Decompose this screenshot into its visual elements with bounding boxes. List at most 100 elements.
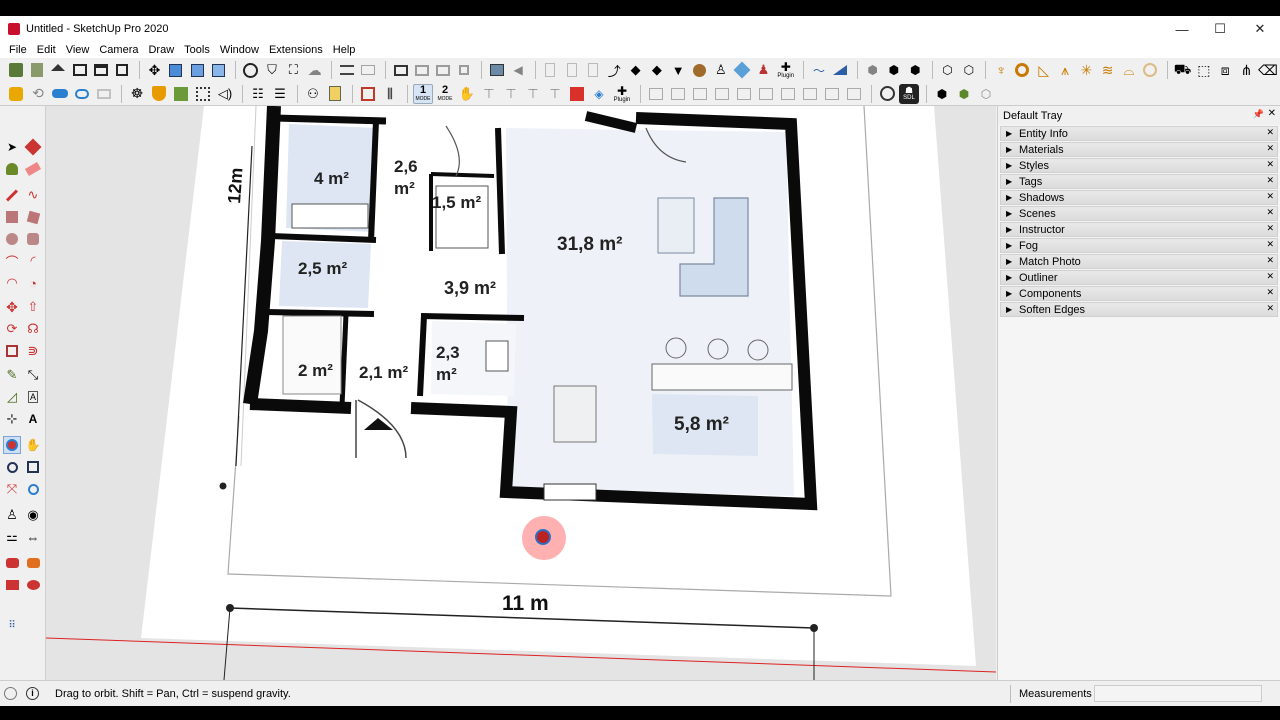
follow-me-button[interactable]: ☸: [127, 84, 147, 104]
download-button[interactable]: [567, 84, 587, 104]
person-button[interactable]: ♟: [754, 60, 773, 80]
ext-row2-5-button[interactable]: [734, 84, 754, 104]
dimension-tool[interactable]: ⤡: [24, 366, 42, 384]
get-models-button[interactable]: [6, 60, 25, 80]
palette-grip[interactable]: ⠿: [3, 616, 21, 634]
panel-close-icon[interactable]: ✕: [1266, 191, 1274, 202]
pan-tool[interactable]: ✋: [24, 436, 42, 454]
tape-measure-tool[interactable]: ✎: [3, 366, 21, 384]
ext-row2-8-button[interactable]: [800, 84, 820, 104]
terrain-button[interactable]: [171, 84, 191, 104]
ext-5-button[interactable]: ⬡: [959, 60, 978, 80]
menu-camera[interactable]: Camera: [94, 44, 143, 56]
push-pull-tool[interactable]: ⇧: [24, 298, 42, 316]
panel-tags[interactable]: ▶ Tags ✕: [1000, 174, 1278, 189]
panel-fog[interactable]: ▶ Fog ✕: [1000, 238, 1278, 253]
panel-close-icon[interactable]: ✕: [1266, 127, 1274, 138]
section-button[interactable]: [337, 60, 356, 80]
car-button[interactable]: ⛟: [1173, 60, 1192, 80]
panel-close-icon[interactable]: ✕: [1266, 223, 1274, 234]
surface-3-button[interactable]: ▼: [669, 60, 688, 80]
cup-tool-button[interactable]: ♆: [991, 60, 1010, 80]
freehand-tool[interactable]: ∿: [24, 186, 42, 204]
previous-view-tool[interactable]: [24, 480, 42, 498]
panel-instructor[interactable]: ▶ Instructor ✕: [1000, 222, 1278, 237]
3d-text-tool[interactable]: A: [24, 410, 42, 428]
scale-tool[interactable]: [3, 342, 21, 360]
panel-close-icon[interactable]: ✕: [1266, 175, 1274, 186]
menu-view[interactable]: View: [61, 44, 95, 56]
ext-row2-3-button[interactable]: [690, 84, 710, 104]
sandbox-from-contours-tool[interactable]: [3, 554, 21, 572]
audio-button[interactable]: ◁): [215, 84, 235, 104]
grid-button[interactable]: [193, 84, 213, 104]
window-3-button[interactable]: [434, 60, 453, 80]
rectangle-tool[interactable]: [3, 208, 21, 226]
shield-button[interactable]: [149, 84, 169, 104]
sphere-button[interactable]: [690, 60, 709, 80]
photo-texture-button[interactable]: [487, 60, 506, 80]
lock-button[interactable]: [455, 60, 474, 80]
ext-row2-7-button[interactable]: [778, 84, 798, 104]
ext-row2-12-button[interactable]: ⬢: [954, 84, 974, 104]
ext-1-button[interactable]: ⬢: [863, 60, 882, 80]
offset-tool[interactable]: ⋑: [24, 342, 42, 360]
panel-close-icon[interactable]: ✕: [1266, 159, 1274, 170]
polygon-tool[interactable]: [24, 230, 42, 248]
panel-styles[interactable]: ▶ Styles ✕: [1000, 158, 1278, 173]
pin-icon[interactable]: 📌: [1253, 109, 1264, 120]
ext-4-button[interactable]: ⬡: [938, 60, 957, 80]
menu-edit[interactable]: Edit: [32, 44, 61, 56]
group-button[interactable]: ⟲: [28, 84, 48, 104]
panel-match-photo[interactable]: ▶ Match Photo ✕: [1000, 254, 1278, 269]
surface-1-button[interactable]: ◆: [626, 60, 645, 80]
panel-close-icon[interactable]: ✕: [1266, 143, 1274, 154]
ext-row2-4-button[interactable]: [712, 84, 732, 104]
union-button[interactable]: [72, 84, 92, 104]
protractor-tool[interactable]: ◿: [3, 388, 21, 406]
plugin-b-button[interactable]: [562, 60, 581, 80]
ext-row2-9-button[interactable]: [822, 84, 842, 104]
arc-tool[interactable]: ⌒: [3, 252, 21, 270]
right-view-button[interactable]: [113, 60, 132, 80]
menu-window[interactable]: Window: [215, 44, 264, 56]
info-icon[interactable]: i: [26, 687, 39, 700]
pan-hand-button[interactable]: ✋: [457, 84, 477, 104]
select-tool[interactable]: ➤: [3, 138, 21, 156]
measurements-input[interactable]: [1094, 685, 1262, 702]
menu-tools[interactable]: Tools: [179, 44, 215, 56]
geo-location-button[interactable]: [877, 84, 897, 104]
section-plane-tool[interactable]: ⇔: [24, 528, 42, 546]
levels-button[interactable]: ⫼: [380, 84, 400, 104]
move-tool[interactable]: ✥: [3, 298, 21, 316]
top-view-button[interactable]: [70, 60, 89, 80]
figure-button[interactable]: ♙: [711, 60, 730, 80]
validate-button[interactable]: [241, 60, 260, 80]
wave-tool-button[interactable]: ≋: [1098, 60, 1117, 80]
menu-draw[interactable]: Draw: [143, 44, 179, 56]
zoom-window-tool[interactable]: [24, 458, 42, 476]
cube-button[interactable]: ⧈: [1216, 60, 1235, 80]
look-around-tool[interactable]: ◉: [24, 506, 42, 524]
camera-scene-button[interactable]: ⚇: [303, 84, 323, 104]
iso-view-button[interactable]: [49, 60, 68, 80]
settings-button[interactable]: ☷: [248, 84, 268, 104]
table-1-button[interactable]: ⊤: [479, 84, 499, 104]
ring-tool-button[interactable]: [1013, 60, 1032, 80]
surface-2-button[interactable]: ◆: [647, 60, 666, 80]
ext-row2-11-button[interactable]: ⬢: [932, 84, 952, 104]
panel-entity-info[interactable]: ▶ Entity Info ✕: [1000, 126, 1278, 141]
walk-tool[interactable]: ⚍: [3, 528, 21, 546]
pie-tool[interactable]: ◔: [24, 274, 42, 292]
sandbox-from-scratch-tool[interactable]: [24, 554, 42, 572]
wireframe-button[interactable]: [209, 60, 228, 80]
table-3-button[interactable]: ⊤: [523, 84, 543, 104]
ext-row2-10-button[interactable]: [844, 84, 864, 104]
plugin-add-button[interactable]: ✚ Plugin: [775, 60, 796, 80]
paint-button[interactable]: ⛶: [284, 60, 303, 80]
line-tool-button[interactable]: 〜: [809, 60, 828, 80]
table-4-button[interactable]: ⊤: [545, 84, 565, 104]
menu-file[interactable]: File: [4, 44, 32, 56]
report-button[interactable]: [358, 84, 378, 104]
orbit-tool[interactable]: [3, 436, 21, 454]
